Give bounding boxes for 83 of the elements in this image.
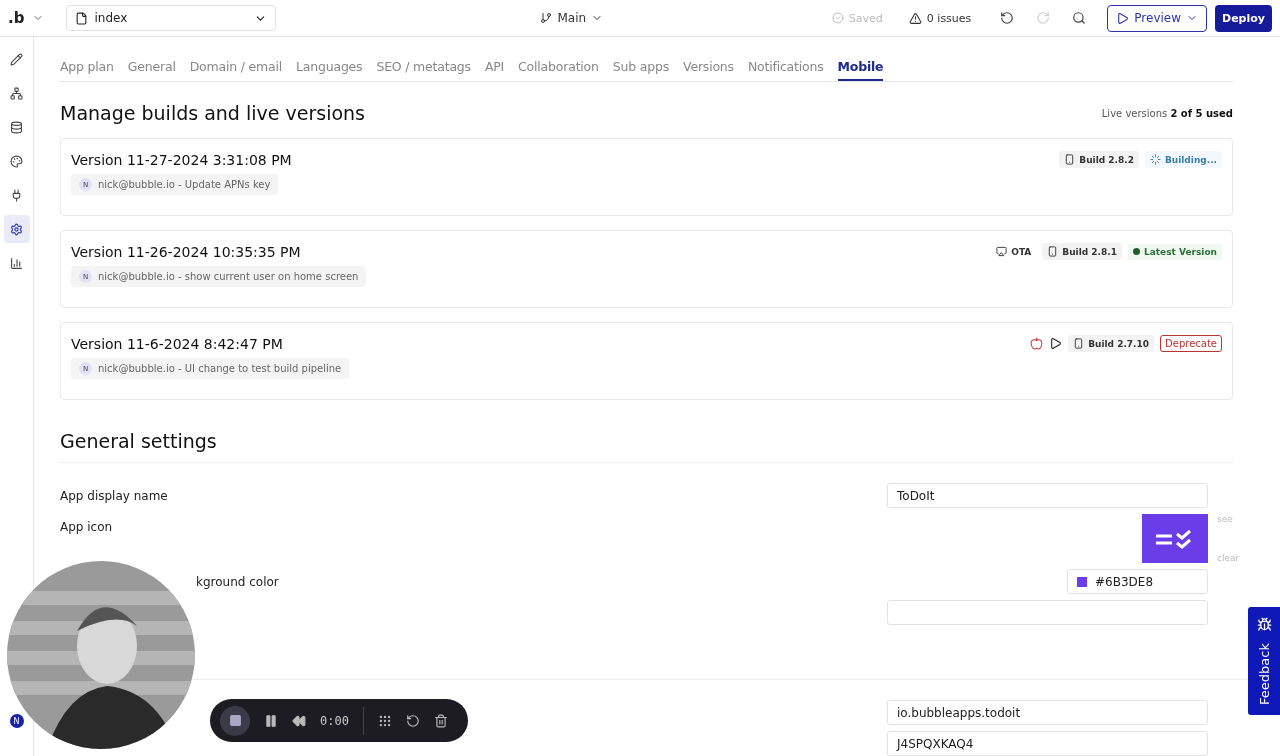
commit-text: nick@bubble.io - show current user on home screen: [98, 271, 359, 282]
settings-tab[interactable]: API: [484, 57, 505, 81]
restart-button[interactable]: [405, 713, 420, 728]
section-title: Manage builds and live versions: [60, 102, 365, 124]
user-avatar[interactable]: N: [9, 714, 24, 728]
version-title: Version 11-27-2024 3:31:08 PM: [71, 151, 292, 168]
pencil-icon: [10, 52, 23, 66]
commit-text: nick@bubble.io - Update APNs key: [98, 179, 271, 190]
page-dropdown[interactable]: index: [66, 5, 277, 31]
app-icon-image: [1142, 514, 1208, 563]
sidebar-item[interactable]: [3, 215, 30, 243]
settings-tab[interactable]: SEO / metatags: [376, 57, 471, 81]
database-icon: [10, 120, 23, 134]
preview-button[interactable]: Preview: [1107, 4, 1208, 32]
save-status: Saved: [831, 11, 883, 25]
file-icon: [75, 11, 89, 25]
color-field[interactable]: #6B3DE8: [1067, 569, 1208, 594]
phone-icon: [1047, 246, 1059, 257]
version-title: Version 11-26-2024 10:35:35 PM: [71, 243, 301, 260]
undo-icon: [1000, 11, 1015, 25]
spinner-icon: [1149, 154, 1161, 165]
hierarchy-icon: [10, 86, 23, 100]
deploy-button[interactable]: Deploy: [1215, 4, 1272, 32]
apple-icon: [1030, 337, 1044, 350]
section-title: General settings: [60, 430, 1233, 463]
issues-button[interactable]: 0 issues: [902, 10, 978, 26]
app-logo[interactable]: .b: [8, 9, 25, 27]
feedback-tab[interactable]: Feedback: [1248, 607, 1280, 715]
search-icon: [1072, 11, 1087, 25]
phone-icon: [1073, 338, 1085, 349]
pause-button[interactable]: [264, 713, 278, 728]
build-badge: Build 2.7.10: [1068, 335, 1155, 352]
text-field[interactable]: J4SPQXKAQ4: [887, 731, 1208, 756]
bug-icon: [1256, 617, 1272, 632]
settings-tab[interactable]: Collaboration: [518, 57, 599, 81]
branch-icon: [540, 12, 553, 24]
stop-button[interactable]: [220, 705, 250, 736]
text-field[interactable]: ToDoIt: [887, 483, 1208, 508]
settings-tab[interactable]: Mobile: [837, 57, 884, 81]
live-versions-count: Live versions 2 of 5 used: [1101, 107, 1233, 119]
dots-grid-icon: [377, 713, 392, 728]
bar-chart-icon: [10, 256, 23, 270]
setting-label: kground color: [195, 574, 279, 589]
build-badge: Build 2.8.2: [1059, 151, 1139, 168]
rewind-button[interactable]: [292, 713, 306, 728]
settings-tab[interactable]: Languages: [296, 57, 363, 81]
play-icon: [1049, 337, 1063, 350]
settings-tab[interactable]: Sub apps: [612, 57, 669, 81]
phone-icon: [1064, 154, 1076, 165]
pause-icon: [264, 713, 278, 728]
settings-tab[interactable]: App plan: [60, 57, 114, 81]
commit-text: nick@bubble.io - UI change to test build pipeline: [98, 363, 342, 374]
building-status: Building...: [1144, 151, 1222, 168]
build-badge: Build 2.8.1: [1042, 243, 1122, 260]
setting-label: App display name: [60, 488, 168, 503]
settings-tab[interactable]: Domain / email: [189, 57, 282, 81]
plug-icon: [10, 188, 23, 202]
restart-icon: [405, 713, 420, 728]
stop-icon: [228, 714, 242, 727]
version-title: Version 11-6-2024 8:42:47 PM: [71, 335, 283, 352]
setting-label: App icon: [60, 519, 113, 534]
recording-time: 0:00: [320, 713, 349, 728]
grid-button[interactable]: [377, 713, 392, 728]
ota-label: OTA: [991, 243, 1037, 260]
text-field[interactable]: [887, 600, 1208, 625]
warning-icon: [908, 11, 922, 25]
status-dot-icon: [1132, 248, 1140, 255]
deprecate-button[interactable]: Deprecate: [1160, 335, 1222, 352]
redo-icon: [1036, 11, 1051, 25]
settings-tab[interactable]: Notifications: [747, 57, 824, 81]
branch-dropdown[interactable]: Main: [534, 10, 610, 26]
trash-icon: [433, 713, 448, 728]
screen-icon: [996, 246, 1008, 257]
settings-icon: [10, 222, 23, 236]
check-circle-icon: [831, 12, 844, 24]
rewind-icon: [292, 713, 306, 728]
settings-tab[interactable]: Versions: [683, 57, 734, 81]
latest-version-badge: Latest Version: [1127, 243, 1222, 260]
text-field[interactable]: io.bubbleapps.todoit: [887, 700, 1208, 725]
delete-button[interactable]: [433, 713, 448, 728]
settings-tab[interactable]: General: [127, 57, 176, 81]
palette-icon: [10, 154, 23, 168]
play-icon: [1116, 11, 1130, 25]
